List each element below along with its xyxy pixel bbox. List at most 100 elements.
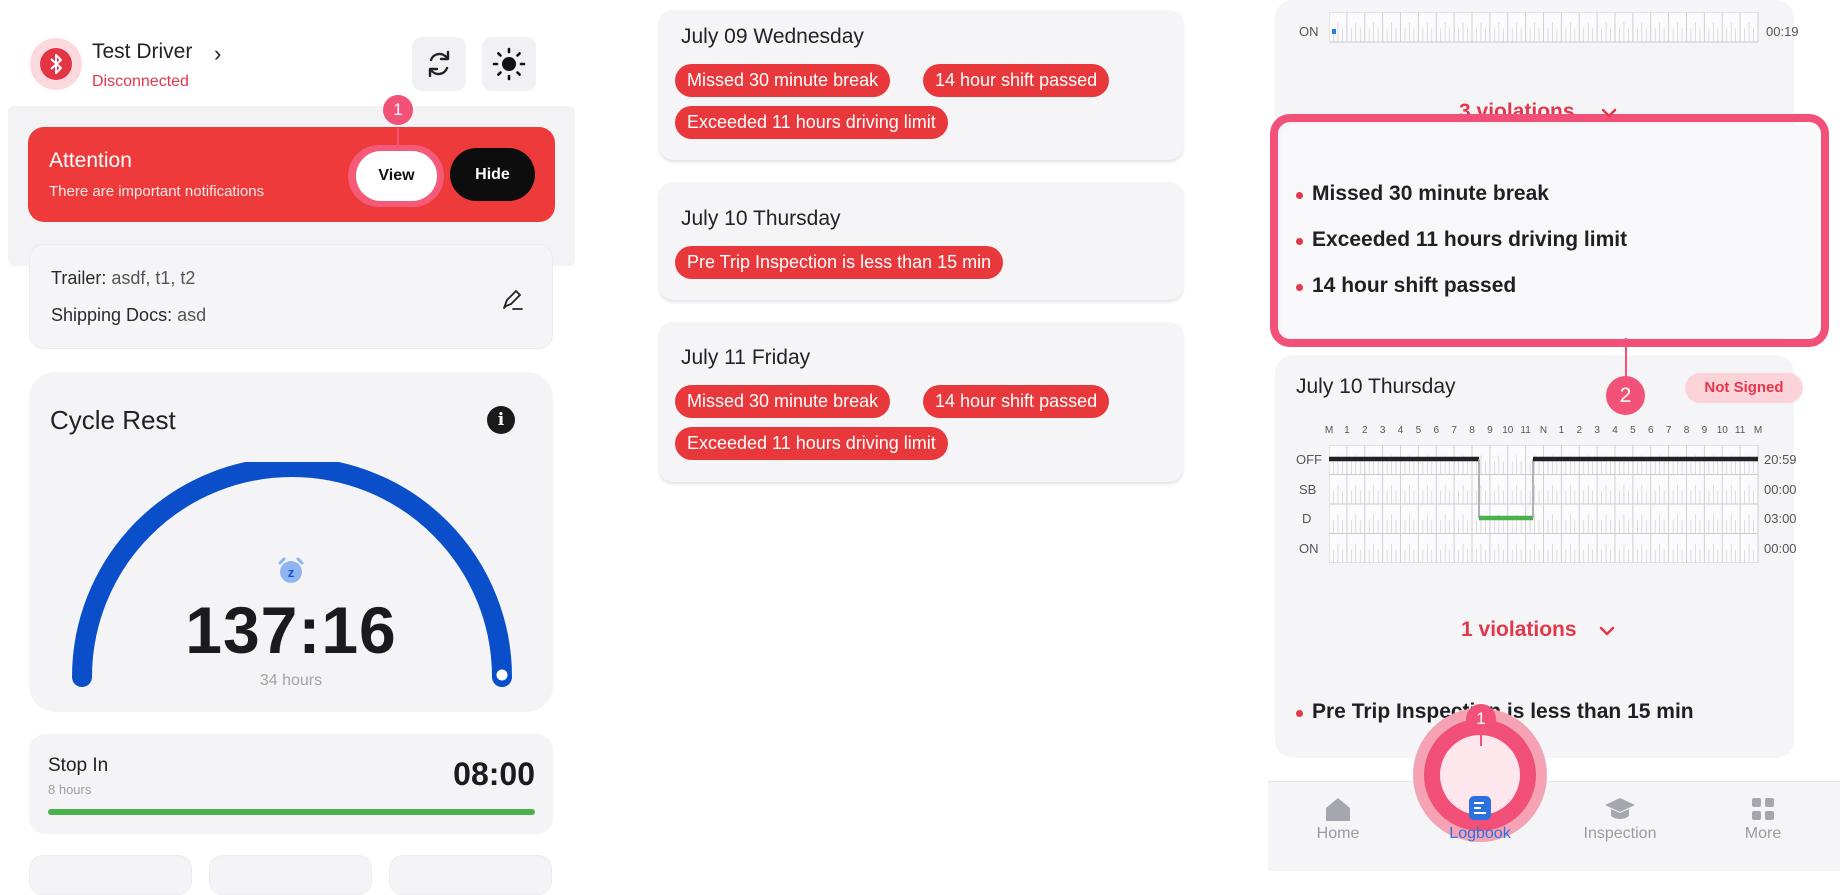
hour-label: 1 <box>1344 425 1350 436</box>
driver-name[interactable]: Test Driver <box>92 40 192 64</box>
grid-row-total: 00:00 <box>1764 482 1797 497</box>
violation-badge: Pre Trip Inspection is less than 15 min <box>675 246 1004 279</box>
hour-label: 10 <box>1716 425 1728 436</box>
bullet <box>1296 284 1303 291</box>
summary-card[interactable] <box>389 855 552 895</box>
tab-more[interactable]: More <box>1703 825 1823 843</box>
day-card[interactable]: July 11 Friday Missed 30 minute break 14… <box>659 322 1183 482</box>
hour-label: 3 <box>1594 425 1600 436</box>
hour-label: 7 <box>1665 425 1672 436</box>
trailer-line: Trailer: asdf, t1, t2 <box>51 268 195 289</box>
hour-label: 4 <box>1397 425 1404 436</box>
chevron-down-icon[interactable] <box>1599 103 1619 123</box>
grid-row-total: 00:19 <box>1766 24 1799 39</box>
grid-row-total: 20:59 <box>1764 452 1797 467</box>
day-title: July 09 Wednesday <box>681 25 864 48</box>
grid-row-label: ON <box>1299 541 1319 556</box>
signature-status-badge[interactable]: Not Signed <box>1685 373 1803 403</box>
duty-status-grid <box>1329 445 1759 563</box>
cycle-rest-value: 137:16 <box>185 593 397 667</box>
tab-home[interactable]: Home <box>1278 825 1398 843</box>
tab-inspection[interactable]: Inspection <box>1560 825 1680 843</box>
summary-card[interactable] <box>209 855 372 895</box>
shipping-docs-value: asd <box>177 305 207 325</box>
hour-label: 8 <box>1683 425 1690 436</box>
info-icon[interactable]: i <box>487 406 515 434</box>
stop-in-value: 08:00 <box>453 756 535 792</box>
hour-label: 2 <box>1361 425 1368 436</box>
grid-row-label: ON <box>1299 24 1319 39</box>
trailer-value: asdf, t1, t2 <box>111 268 196 288</box>
alarm-glyph: z <box>288 565 295 580</box>
chevron-right-icon[interactable]: › <box>214 41 221 67</box>
edit-icon[interactable] <box>498 284 528 314</box>
hour-label: 7 <box>1451 425 1457 436</box>
hour-label: 6 <box>1647 425 1654 436</box>
step-badge: 2 <box>1606 376 1645 415</box>
tab-logbook[interactable]: Logbook <box>1440 825 1520 843</box>
step-badge: 1 <box>383 95 413 125</box>
hour-label: 10 <box>1502 425 1514 436</box>
day-card[interactable]: July 10 Thursday Pre Trip Inspection is … <box>659 182 1183 300</box>
attention-message: There are important notifications <box>49 183 265 200</box>
dashboard-panel: Test Driver › Disconnected Attention The… <box>0 0 575 895</box>
day-title: July 10 Thursday <box>681 207 841 230</box>
stop-in-subtitle: 8 hours <box>48 782 92 797</box>
violation-badge: Exceeded 11 hours driving limit <box>675 106 948 139</box>
sun-icon <box>492 47 526 81</box>
stop-in-title: Stop In <box>48 755 109 776</box>
summary-card[interactable] <box>29 855 192 895</box>
view-button[interactable]: View <box>356 151 437 201</box>
trailer-card[interactable] <box>29 244 553 349</box>
day-title: July 11 Friday <box>681 346 811 369</box>
violation-badge: Exceeded 11 hours driving limit <box>675 427 948 460</box>
hour-label: 9 <box>1487 425 1493 436</box>
shipping-docs-label: Shipping Docs: <box>51 305 173 325</box>
bullet <box>1296 238 1303 245</box>
home-icon[interactable] <box>1323 795 1353 823</box>
log-day-title: July 10 Thursday <box>1296 375 1456 398</box>
step-badge: 1 <box>1466 704 1496 734</box>
hour-label: 5 <box>1630 425 1636 436</box>
step-connector <box>397 128 399 148</box>
hour-label: 1 <box>1558 425 1565 436</box>
violation-badge: Missed 30 minute break <box>675 385 891 418</box>
bluetooth-status-button[interactable] <box>30 38 82 90</box>
hour-label: 6 <box>1433 425 1440 436</box>
cycle-rest-subtitle: 34 hours <box>259 672 323 689</box>
hour-label: 2 <box>1576 425 1583 436</box>
tab-logbook-clip: Logbook <box>1440 825 1520 845</box>
hour-label: 3 <box>1379 425 1386 436</box>
violation-badge: 14 hour shift passed <box>923 64 1110 97</box>
sync-button[interactable] <box>412 37 466 91</box>
grid-row-label: D <box>1302 511 1312 526</box>
grid-icon[interactable] <box>1750 796 1776 822</box>
violation-badge: 14 hour shift passed <box>923 385 1110 418</box>
violation-badge: Missed 30 minute break <box>675 64 891 97</box>
violation-item: 14 hour shift passed <box>1312 274 1517 297</box>
hide-button[interactable]: Hide <box>450 148 535 201</box>
bullet <box>1296 710 1303 717</box>
hour-label: M <box>1324 425 1334 436</box>
stop-in-progress <box>48 809 535 815</box>
hour-label: 11 <box>1520 425 1531 436</box>
cycle-rest-title: Cycle Rest <box>50 405 176 435</box>
violation-item: Exceeded 11 hours driving limit <box>1312 228 1628 251</box>
grid-row-total: 03:00 <box>1764 511 1797 526</box>
bullet <box>1296 192 1303 199</box>
bluetooth-icon <box>40 48 72 80</box>
connection-status: Disconnected <box>92 73 189 90</box>
logbook-icon <box>1466 794 1494 822</box>
chevron-down-icon[interactable] <box>1597 621 1617 641</box>
shipping-docs-line: Shipping Docs: asd <box>51 305 206 326</box>
theme-toggle-button[interactable] <box>482 37 536 91</box>
sync-icon <box>428 50 450 78</box>
hour-scale: M 1 2 3 4 5 6 7 8 9 10 11 N 1 2 3 4 5 6 7 8 9 10 11 M <box>1322 425 1766 439</box>
hour-label: 9 <box>1701 425 1708 436</box>
inspection-icon[interactable] <box>1604 795 1636 823</box>
hour-label: M <box>1753 425 1763 436</box>
day-card[interactable]: July 09 Wednesday Missed 30 minute break… <box>659 10 1183 160</box>
grid-row-total: 00:00 <box>1764 541 1797 556</box>
violations-toggle[interactable]: 1 violations <box>1461 618 1577 642</box>
grid-row-label: OFF <box>1296 452 1322 467</box>
